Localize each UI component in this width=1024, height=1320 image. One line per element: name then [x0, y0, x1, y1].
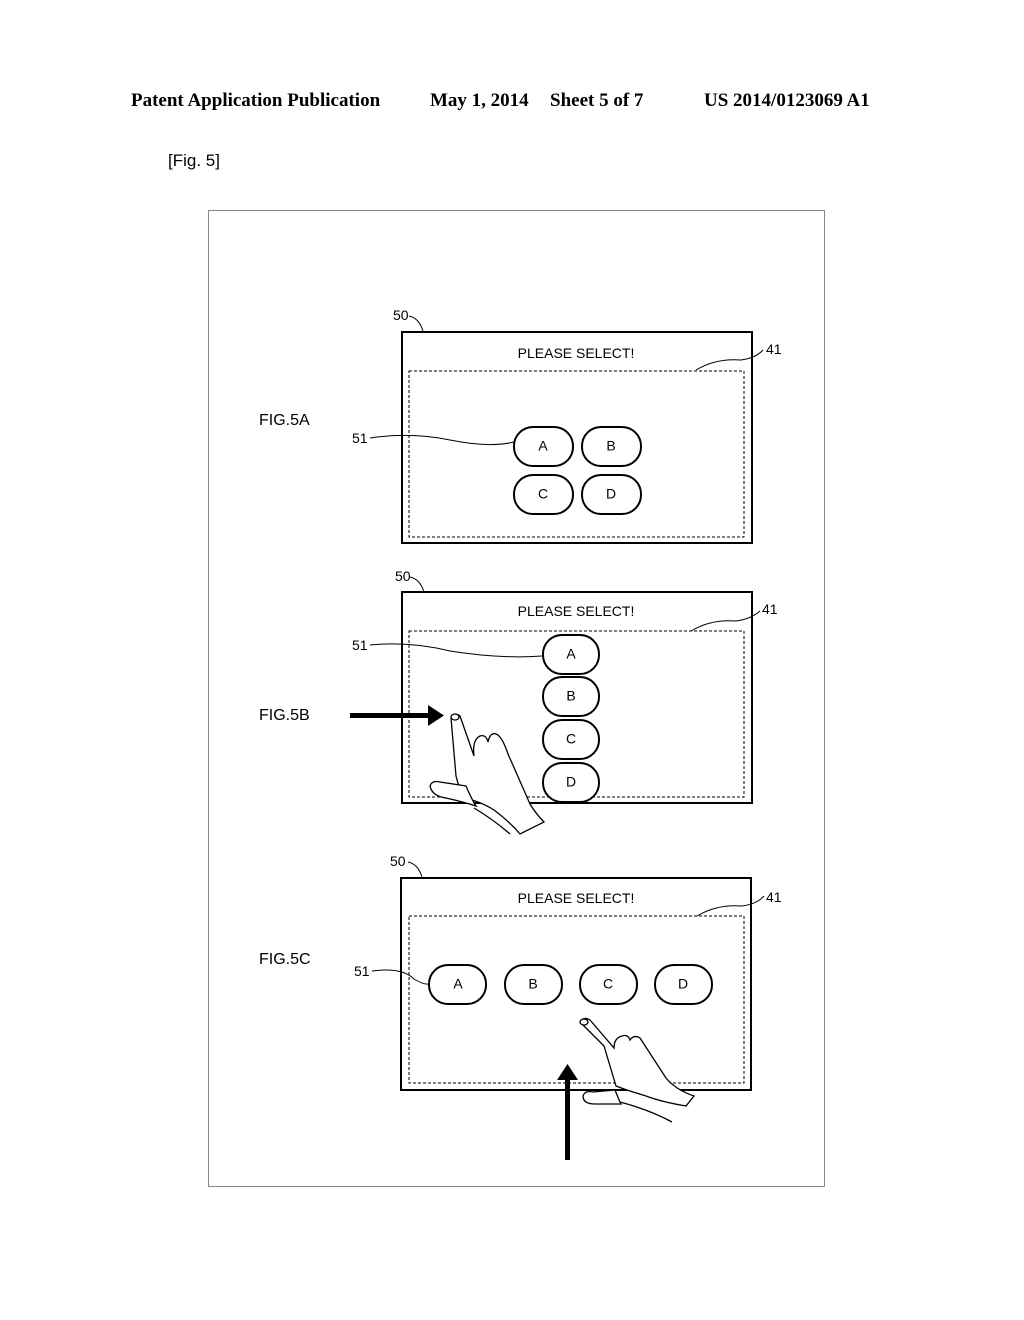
svg-text:A: A: [566, 646, 576, 662]
leader-line: [369, 434, 515, 446]
panel-fig5a: FIG.5A 50 PLEASE SELECT! 41 51 A B C D: [259, 307, 782, 544]
svg-text:D: D: [566, 774, 576, 790]
screen-title: PLEASE SELECT!: [518, 603, 635, 619]
svg-text:B: B: [566, 688, 575, 704]
svg-text:D: D: [678, 976, 688, 992]
option-button-b[interactable]: B: [581, 426, 642, 467]
option-button-a[interactable]: A: [428, 964, 487, 1005]
leader-line: [409, 576, 425, 593]
option-button-d[interactable]: D: [654, 964, 713, 1005]
figure-5-drawing: FIG.5A 50 PLEASE SELECT! 41 51 A B C D F…: [259, 307, 782, 1160]
option-button-a[interactable]: A: [542, 634, 600, 675]
ref-screen-label: 50: [393, 307, 409, 323]
leader-line: [408, 315, 424, 332]
arrow-up-icon: [557, 1064, 578, 1160]
leader-line: [690, 610, 761, 632]
ref-region-label: 41: [766, 889, 782, 905]
option-button-d[interactable]: D: [581, 474, 642, 515]
panel-fig5c: FIG.5C 50 PLEASE SELECT! 41 51 A B C D: [259, 853, 782, 1160]
svg-text:B: B: [606, 438, 615, 454]
arrow-right-icon: [350, 705, 444, 726]
ref-buttons-label: 51: [354, 963, 370, 979]
screen-title: PLEASE SELECT!: [518, 345, 635, 361]
fig-label: FIG.5A: [259, 412, 310, 429]
panel-fig5b: FIG.5B 50 PLEASE SELECT! 41 51 A B C D: [259, 568, 778, 835]
hand-icon: [579, 1017, 696, 1123]
svg-text:A: A: [538, 438, 548, 454]
option-button-a[interactable]: A: [513, 426, 574, 467]
svg-text:C: C: [603, 976, 613, 992]
svg-text:C: C: [538, 486, 548, 502]
leader-line: [407, 861, 423, 878]
leader-line: [369, 643, 543, 658]
fig-label: FIG.5B: [259, 707, 310, 724]
svg-text:C: C: [566, 731, 576, 747]
ref-screen-label: 50: [390, 853, 406, 869]
fig-label: FIG.5C: [259, 951, 311, 968]
screen-outline: [401, 331, 753, 544]
ref-buttons-label: 51: [352, 637, 368, 653]
ref-region-label: 41: [766, 341, 782, 357]
option-button-c[interactable]: C: [513, 474, 574, 515]
screen-title: PLEASE SELECT!: [518, 890, 635, 906]
ref-region-label: 41: [762, 601, 778, 617]
option-button-c[interactable]: C: [542, 719, 600, 760]
svg-text:B: B: [528, 976, 537, 992]
option-button-b[interactable]: B: [542, 676, 600, 717]
option-button-d[interactable]: D: [542, 762, 600, 803]
option-button-c[interactable]: C: [579, 964, 638, 1005]
leader-line: [696, 895, 765, 917]
svg-text:A: A: [453, 976, 463, 992]
selection-region: [408, 370, 745, 538]
hand-icon: [429, 713, 546, 835]
svg-text:D: D: [606, 486, 616, 502]
option-button-b[interactable]: B: [504, 964, 563, 1005]
ref-buttons-label: 51: [352, 430, 368, 446]
ref-screen-label: 50: [395, 568, 411, 584]
